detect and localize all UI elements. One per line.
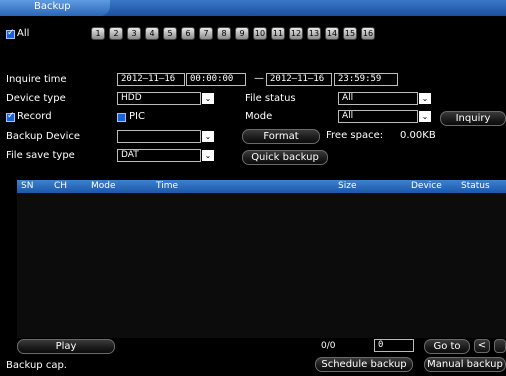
- all-channels-label: All: [17, 28, 30, 39]
- channel-3-button[interactable]: 3: [127, 27, 141, 40]
- file-status-label: File status: [245, 93, 296, 104]
- file-save-type-dropdown-icon[interactable]: ⌄: [202, 150, 214, 161]
- page-input[interactable]: 0: [374, 339, 414, 352]
- record-label: Record: [17, 111, 52, 122]
- play-button[interactable]: Play: [17, 339, 115, 354]
- channel-10-button[interactable]: 10: [253, 27, 267, 40]
- channel-6-button[interactable]: 6: [181, 27, 195, 40]
- device-type-label: Device type: [6, 93, 66, 104]
- backup-cap-label: Backup cap.: [6, 360, 67, 371]
- file-status-select[interactable]: All: [338, 92, 418, 105]
- column-mode: Mode: [91, 181, 116, 191]
- channel-2-button[interactable]: 2: [109, 27, 123, 40]
- device-type-select[interactable]: HDD: [117, 92, 201, 105]
- start-date-field[interactable]: 2012–11–16: [117, 73, 185, 86]
- column-ch: CH: [54, 181, 68, 191]
- backup-device-label: Backup Device: [6, 131, 81, 142]
- goto-button[interactable]: Go to: [424, 339, 470, 354]
- device-type-dropdown-icon[interactable]: ⌄: [202, 93, 214, 104]
- mode-label: Mode: [245, 111, 273, 122]
- free-space-value: 0.00KB: [400, 130, 436, 141]
- file-status-dropdown-icon[interactable]: ⌄: [419, 93, 431, 104]
- page-info: 0/0: [321, 341, 336, 351]
- channel-16-button[interactable]: 16: [361, 27, 375, 40]
- column-device: Device: [411, 181, 442, 191]
- inquiry-button[interactable]: Inquiry: [440, 111, 506, 126]
- window-title: Backup: [34, 1, 71, 12]
- quick-backup-button[interactable]: Quick backup: [242, 150, 328, 165]
- start-time-field[interactable]: 00:00:00: [186, 73, 246, 86]
- channel-11-button[interactable]: 11: [271, 27, 285, 40]
- channel-7-button[interactable]: 7: [199, 27, 213, 40]
- channel-5-button[interactable]: 5: [163, 27, 177, 40]
- backup-device-dropdown-icon[interactable]: ⌄: [202, 131, 214, 142]
- channel-9-button[interactable]: 9: [235, 27, 249, 40]
- channel-4-button[interactable]: 4: [145, 27, 159, 40]
- file-save-type-label: File save type: [6, 150, 75, 161]
- mode-select[interactable]: All: [338, 110, 418, 123]
- inquire-time-label: Inquire time: [6, 74, 67, 85]
- pic-label: PIC: [129, 111, 145, 122]
- file-save-type-select[interactable]: DAT: [117, 149, 201, 162]
- backup-device-select[interactable]: [117, 130, 201, 143]
- column-size: Size: [338, 181, 357, 191]
- end-time-field[interactable]: 23:59:59: [334, 73, 398, 86]
- mode-dropdown-icon[interactable]: ⌄: [419, 111, 431, 122]
- all-channels-checkbox[interactable]: [6, 28, 15, 39]
- pic-checkbox[interactable]: [117, 113, 126, 122]
- format-button[interactable]: Format: [242, 129, 320, 144]
- range-separator: —: [254, 73, 264, 84]
- channel-15-button[interactable]: 15: [343, 27, 357, 40]
- prev-page-icon[interactable]: <: [474, 339, 490, 353]
- manual-backup-button[interactable]: Manual backup: [424, 357, 506, 372]
- free-space-label: Free space:: [326, 130, 384, 141]
- file-list[interactable]: [17, 193, 506, 338]
- record-checkbox[interactable]: [6, 111, 15, 122]
- next-page-icon[interactable]: [494, 339, 506, 353]
- column-sn: SN: [21, 181, 34, 191]
- column-time: Time: [156, 181, 179, 191]
- column-status: Status: [461, 181, 490, 191]
- channel-13-button[interactable]: 13: [307, 27, 321, 40]
- end-date-field[interactable]: 2012–11–16: [266, 73, 332, 86]
- schedule-backup-button[interactable]: Schedule backup: [315, 357, 413, 372]
- channel-12-button[interactable]: 12: [289, 27, 303, 40]
- channel-1-button[interactable]: 1: [91, 27, 105, 40]
- channel-8-button[interactable]: 8: [217, 27, 231, 40]
- channel-14-button[interactable]: 14: [325, 27, 339, 40]
